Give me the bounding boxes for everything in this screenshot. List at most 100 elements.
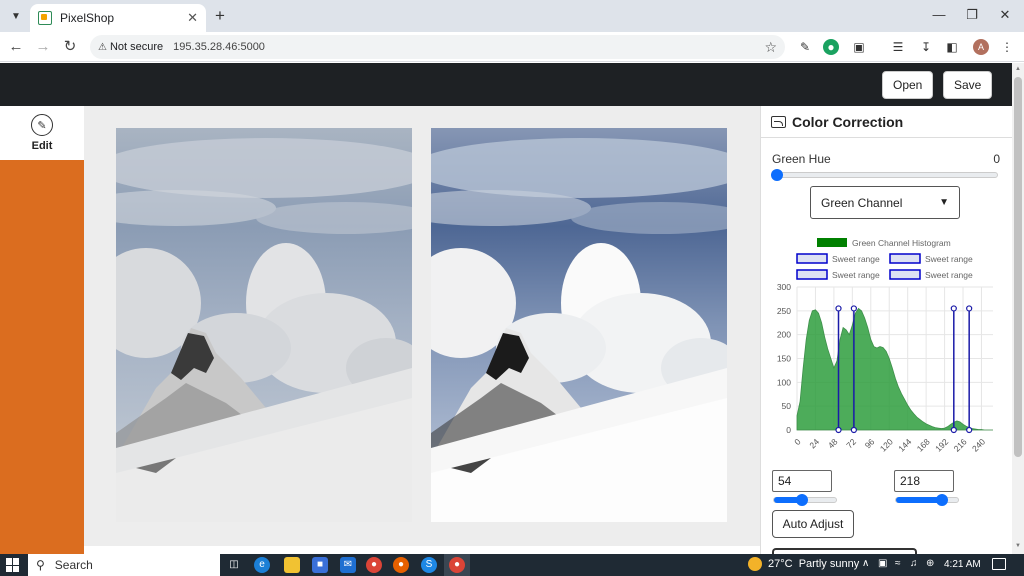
y-tick-label: 200 bbox=[777, 330, 791, 340]
scroll-down-icon[interactable]: ▼ bbox=[1014, 543, 1022, 551]
browser-tab-strip: ▼ PixelShop ✕ + — ❐ ✕ bbox=[0, 0, 1024, 32]
x-tick-label: 240 bbox=[970, 436, 987, 453]
low-slider-thumb[interactable] bbox=[796, 494, 808, 506]
sweet-range-marker-bottom bbox=[835, 426, 842, 434]
sweet-range-marker-top bbox=[835, 305, 842, 312]
weather-text: 27°C Partly sunny bbox=[768, 558, 860, 570]
language-icon[interactable]: ⊕ bbox=[926, 558, 934, 569]
high-threshold-slider[interactable] bbox=[895, 494, 959, 506]
edge-browser-icon[interactable]: e bbox=[254, 557, 270, 573]
os-taskbar: ⚲ Search ◫ e ■ ✉ ● ● S ● 27°C Partly sun… bbox=[0, 554, 1024, 576]
tab-close-icon[interactable]: ✕ bbox=[187, 10, 198, 26]
panel-title: Color Correction bbox=[792, 113, 904, 130]
new-tab-plus-icon[interactable]: + bbox=[210, 6, 230, 26]
y-tick-label: 100 bbox=[777, 377, 791, 387]
y-tick-label: 150 bbox=[777, 354, 791, 364]
back-arrow-icon[interactable]: ← bbox=[6, 37, 26, 57]
histogram-area bbox=[796, 307, 993, 431]
original-image bbox=[116, 128, 412, 522]
tool-sidebar: ✎ Edit bbox=[0, 106, 84, 554]
minimize-icon[interactable]: — bbox=[922, 4, 956, 26]
green-extension-icon[interactable]: ● bbox=[823, 39, 839, 55]
panel-header: Color Correction bbox=[761, 106, 1012, 138]
hue-label: Green Hue bbox=[772, 152, 831, 166]
low-threshold-slider[interactable] bbox=[773, 494, 837, 506]
hue-row: Green Hue 0 bbox=[772, 152, 1000, 166]
forward-arrow-icon[interactable]: → bbox=[33, 37, 53, 57]
skype-icon[interactable]: S bbox=[421, 557, 437, 573]
sweet-range-marker-bottom bbox=[950, 426, 957, 434]
high-threshold-input[interactable] bbox=[894, 470, 954, 492]
browser-tab[interactable]: PixelShop ✕ bbox=[30, 4, 206, 32]
taskbar-search[interactable]: ⚲ Search bbox=[28, 554, 220, 576]
mail-icon[interactable]: ✉ bbox=[340, 557, 356, 573]
high-slider-fill bbox=[896, 497, 941, 503]
sweet-range-marker-bottom bbox=[966, 426, 973, 434]
edit-label: Edit bbox=[31, 140, 53, 152]
wifi-icon[interactable]: ≈ bbox=[895, 558, 901, 569]
auto-adjust-button[interactable]: Auto Adjust bbox=[772, 510, 854, 538]
page-scrollbar[interactable]: ▲ ▼ bbox=[1012, 63, 1024, 554]
corrected-image bbox=[431, 128, 727, 522]
browser-toolbar: ← → ↻ ⚠ Not secure 195.35.28.46:5000 ☆ ✎… bbox=[0, 32, 1024, 62]
tab-search-chevron-icon[interactable]: ▼ bbox=[6, 6, 26, 26]
search-icon: ⚲ bbox=[36, 558, 45, 572]
x-tick-label: 48 bbox=[826, 436, 840, 450]
restore-icon[interactable]: ❐ bbox=[955, 4, 989, 26]
windows-start-icon[interactable] bbox=[6, 558, 20, 572]
side-panel-icon[interactable]: ◧ bbox=[944, 39, 960, 55]
x-tick-label: 192 bbox=[933, 436, 950, 453]
legend-label: Sweet range bbox=[925, 254, 973, 264]
low-threshold-input[interactable] bbox=[772, 470, 832, 492]
taskbar-clock[interactable]: 4:21 AM bbox=[944, 559, 981, 570]
profile-avatar[interactable]: A bbox=[973, 39, 989, 55]
high-slider-thumb[interactable] bbox=[936, 494, 948, 506]
x-tick-label: 216 bbox=[952, 436, 969, 453]
sweet-range-marker-top bbox=[950, 305, 957, 312]
legend-label: Sweet range bbox=[832, 254, 880, 264]
x-tick-label: 168 bbox=[915, 436, 932, 453]
legend-swatch bbox=[796, 253, 828, 264]
bookmark-star-icon[interactable]: ☆ bbox=[764, 39, 777, 56]
x-tick-label: 120 bbox=[878, 436, 895, 453]
chrome-active-icon[interactable]: ● bbox=[449, 557, 465, 573]
firefox-icon[interactable]: ● bbox=[393, 557, 409, 573]
x-tick-label: 72 bbox=[844, 436, 858, 450]
legend-label: Sweet range bbox=[832, 270, 880, 280]
media-queue-icon[interactable]: ☰ bbox=[890, 39, 906, 55]
tray-chevron-icon[interactable]: ∧ bbox=[862, 558, 869, 569]
legend-swatch bbox=[817, 238, 847, 247]
x-tick-label: 96 bbox=[863, 436, 877, 450]
open-button[interactable]: Open bbox=[882, 71, 934, 99]
volume-icon[interactable]: ♫ bbox=[910, 558, 918, 569]
partly-sunny-icon bbox=[748, 557, 762, 571]
hue-slider[interactable] bbox=[771, 169, 998, 181]
save-button[interactable]: Save bbox=[943, 71, 993, 99]
store-icon[interactable]: ■ bbox=[312, 557, 328, 573]
menu-kebab-icon[interactable]: ⋮ bbox=[999, 39, 1015, 55]
x-tick-label: 144 bbox=[896, 436, 913, 453]
notification-icon[interactable] bbox=[992, 558, 1006, 570]
task-view-icon[interactable]: ◫ bbox=[226, 557, 242, 573]
pencil-icon: ✎ bbox=[31, 114, 53, 136]
scroll-up-icon[interactable]: ▲ bbox=[1014, 66, 1022, 74]
window-close-icon[interactable]: ✕ bbox=[988, 4, 1022, 26]
weather-widget[interactable]: 27°C Partly sunny bbox=[748, 557, 859, 571]
x-tick-label: 24 bbox=[807, 436, 821, 450]
edit-tab[interactable]: ✎ Edit bbox=[0, 106, 84, 160]
chrome-icon[interactable]: ● bbox=[366, 557, 382, 573]
eyedropper-extension-icon[interactable]: ✎ bbox=[797, 39, 813, 55]
network-icon[interactable]: ▣ bbox=[878, 558, 887, 569]
sweet-range-marker-top bbox=[850, 305, 857, 312]
reload-icon[interactable]: ↻ bbox=[60, 37, 80, 57]
address-bar[interactable]: ⚠ Not secure 195.35.28.46:5000 ☆ bbox=[90, 35, 785, 59]
hue-slider-thumb[interactable] bbox=[771, 169, 783, 181]
download-icon[interactable]: ↧ bbox=[918, 39, 934, 55]
file-explorer-icon[interactable] bbox=[284, 557, 300, 573]
image-adjust-icon bbox=[771, 115, 786, 128]
channel-select[interactable]: Green Channel ▼ bbox=[810, 186, 960, 219]
hue-value: 0 bbox=[993, 152, 1000, 166]
extensions-puzzle-icon[interactable]: ▣ bbox=[851, 39, 867, 55]
scroll-thumb[interactable] bbox=[1014, 77, 1022, 457]
url-text: 195.35.28.46:5000 bbox=[173, 41, 265, 53]
